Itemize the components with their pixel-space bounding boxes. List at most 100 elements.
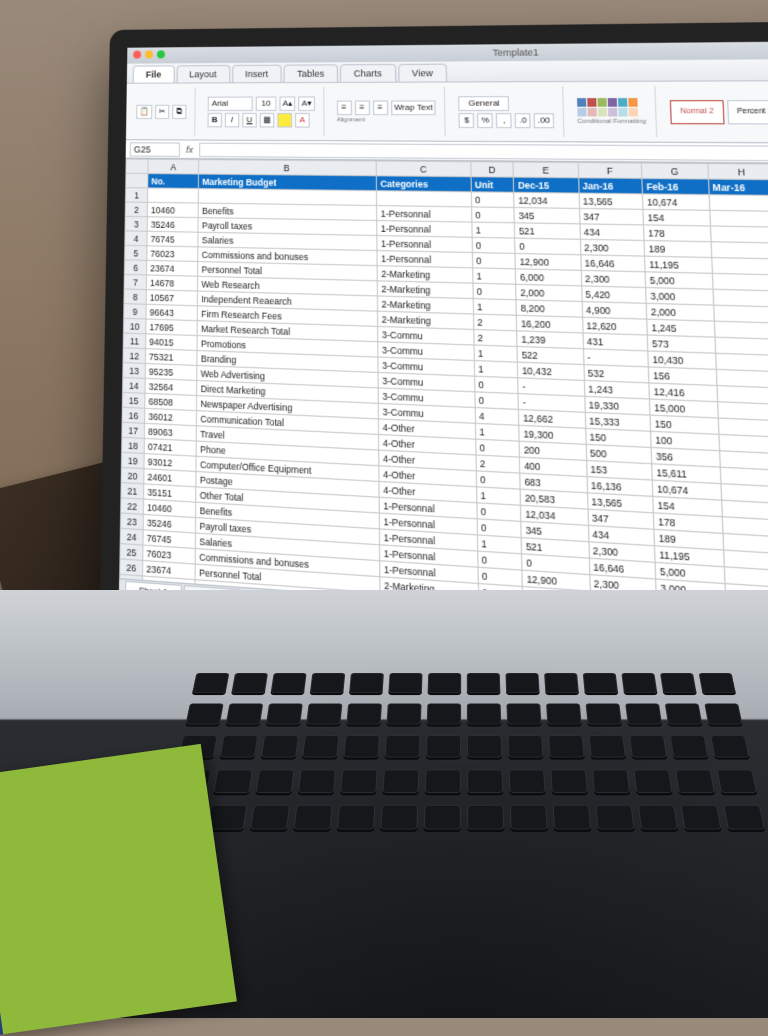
cell[interactable] <box>710 226 768 243</box>
cell[interactable]: 6,000 <box>516 269 582 286</box>
cell[interactable]: 0 <box>471 192 514 208</box>
row-header[interactable]: 15 <box>122 392 145 408</box>
cell[interactable]: 5,000 <box>645 272 712 289</box>
row-header[interactable]: 1 <box>125 188 147 203</box>
align-right-button[interactable]: ≡ <box>373 100 388 115</box>
cell[interactable]: 2 <box>474 329 518 346</box>
cell[interactable]: 347 <box>579 208 644 224</box>
col-G[interactable]: G <box>642 163 709 179</box>
row-header[interactable]: 21 <box>121 483 144 500</box>
grid[interactable]: A B C D E F G H No. <box>119 159 768 627</box>
row-header[interactable]: 20 <box>121 467 144 483</box>
cell[interactable] <box>148 188 199 203</box>
cell[interactable]: 2,300 <box>580 239 645 256</box>
close-icon[interactable] <box>133 51 141 59</box>
row-header[interactable]: 9 <box>124 304 147 319</box>
cell[interactable] <box>709 210 768 227</box>
cell[interactable]: 0 <box>474 376 518 393</box>
row-header[interactable]: 6 <box>124 260 146 275</box>
zoom-icon[interactable] <box>157 50 165 58</box>
cell[interactable] <box>711 258 768 275</box>
cell[interactable]: Jan-16 <box>578 178 642 194</box>
font-color-button[interactable]: A <box>295 113 310 128</box>
align-left-button[interactable]: ≡ <box>337 100 352 115</box>
cell[interactable]: 2 <box>473 314 517 331</box>
row-header[interactable]: 11 <box>123 333 146 349</box>
spreadsheet[interactable]: A B C D E F G H No. <box>119 159 768 627</box>
row-header[interactable]: 10 <box>123 318 146 333</box>
cell[interactable]: 12,034 <box>514 192 579 208</box>
cell[interactable]: Unit <box>471 177 514 193</box>
cell[interactable]: 434 <box>580 224 645 241</box>
cell[interactable] <box>377 191 472 207</box>
cell[interactable]: 154 <box>643 209 710 226</box>
cell[interactable]: 0 <box>515 238 580 255</box>
copy-button[interactable]: ⧉ <box>172 104 186 118</box>
color-scale-icon[interactable] <box>576 98 646 116</box>
cell[interactable]: 76745 <box>147 231 198 247</box>
col-E[interactable]: E <box>513 162 578 178</box>
increase-font-button[interactable]: A▴ <box>279 96 295 110</box>
cell[interactable]: 10,674 <box>643 194 710 210</box>
cell[interactable]: 521 <box>515 223 580 240</box>
cell[interactable]: Dec-15 <box>514 177 579 193</box>
cell[interactable]: Categories <box>377 176 472 192</box>
cell[interactable]: 1 <box>473 268 517 284</box>
cell[interactable]: 23674 <box>147 260 198 276</box>
row-header[interactable]: 18 <box>122 437 145 453</box>
tab-insert[interactable]: Insert <box>232 65 282 83</box>
minimize-icon[interactable] <box>145 50 153 58</box>
cell[interactable]: 0 <box>471 207 514 223</box>
row-header[interactable]: 5 <box>125 245 147 260</box>
cell[interactable]: 12,900 <box>515 253 580 270</box>
increase-decimal-button[interactable]: .00 <box>534 113 554 128</box>
cell[interactable]: 3,000 <box>646 288 713 306</box>
cell[interactable]: No. <box>148 174 199 189</box>
cell[interactable]: 0 <box>473 283 517 300</box>
name-box[interactable]: G25 <box>130 142 180 157</box>
row-header[interactable]: 22 <box>121 498 144 515</box>
cell[interactable]: Feb-16 <box>642 178 709 194</box>
style-normal2[interactable]: Normal 2 <box>670 100 725 124</box>
cell[interactable]: 178 <box>644 225 711 242</box>
row-header[interactable]: 24 <box>120 528 143 545</box>
cell[interactable]: 1 <box>472 222 515 238</box>
col-F[interactable]: F <box>578 163 642 179</box>
cell[interactable] <box>713 289 768 307</box>
row-header[interactable]: 3 <box>125 216 147 231</box>
select-all-corner[interactable] <box>126 159 148 173</box>
tab-file[interactable]: File <box>133 65 175 82</box>
italic-button[interactable]: I <box>225 112 239 126</box>
cell[interactable]: 16,646 <box>580 255 645 272</box>
number-format-select[interactable]: General <box>459 96 510 111</box>
border-button[interactable]: ▦ <box>260 112 275 126</box>
cell[interactable]: 1 <box>473 299 517 316</box>
paste-button[interactable]: 📋 <box>136 104 152 118</box>
bold-button[interactable]: B <box>207 112 221 126</box>
cell[interactable] <box>709 195 768 212</box>
cell[interactable]: 96643 <box>146 304 198 320</box>
tab-tables[interactable]: Tables <box>284 64 338 82</box>
cell[interactable] <box>711 242 768 259</box>
align-center-button[interactable]: ≡ <box>355 100 370 115</box>
cell[interactable]: Mar-16 <box>708 179 768 195</box>
cell[interactable]: 2,300 <box>581 270 646 287</box>
cell[interactable]: 35246 <box>147 217 198 232</box>
cell[interactable]: 14678 <box>146 275 197 291</box>
row-header[interactable]: 14 <box>123 377 146 393</box>
cell[interactable]: 2,000 <box>516 284 582 301</box>
row-header[interactable]: 26 <box>120 559 143 576</box>
font-size-select[interactable]: 10 <box>256 96 277 110</box>
wrap-text-button[interactable]: Wrap Text <box>391 100 436 115</box>
cell[interactable]: 5,420 <box>581 286 646 303</box>
fill-color-button[interactable] <box>277 112 292 127</box>
cell[interactable]: 1-Personnal <box>377 206 472 223</box>
row-header[interactable]: 2 <box>125 202 147 217</box>
row-header[interactable]: 23 <box>120 513 143 530</box>
row-header[interactable]: 16 <box>122 407 145 423</box>
cell[interactable]: 345 <box>514 208 579 224</box>
cell[interactable]: 0 <box>472 253 515 269</box>
row-header[interactable]: 12 <box>123 348 146 364</box>
cell[interactable]: 1 <box>474 361 518 378</box>
col-C[interactable]: C <box>376 161 470 177</box>
